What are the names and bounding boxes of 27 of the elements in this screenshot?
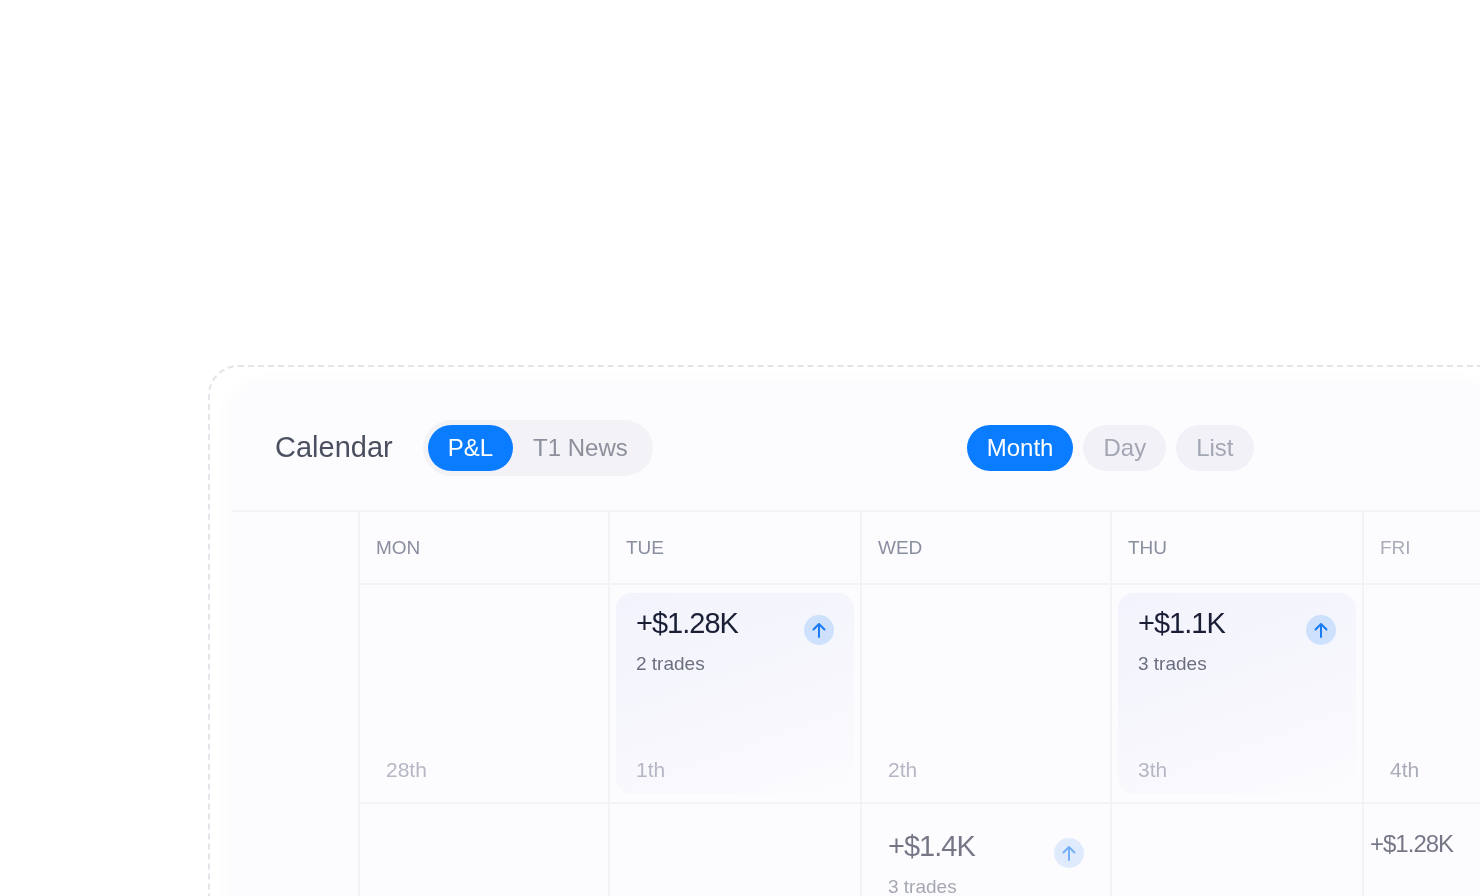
trade-count: 3 trades [1138,653,1208,675]
trade-count: 3 trades [888,876,958,896]
trade-count: 2 trades [636,653,706,675]
pnl-amount: +$1.4K [888,830,975,863]
event-card[interactable]: +$1.28K [1370,812,1480,896]
date-label: 4th [1389,758,1421,783]
calendar-title: Calendar [275,431,393,464]
date-label: 2th [887,758,919,783]
weekday-label: FRI [1380,536,1411,559]
view-button[interactable]: List [1176,424,1254,471]
pnl-amount: +$1.1K [1138,607,1225,640]
event-card[interactable]: +$1.1K 3 trades 3th [1118,593,1356,794]
tab[interactable]: T1 News [513,424,648,471]
view-button[interactable]: Day [1083,424,1167,471]
pnl-amount: +$1.28K [1370,830,1454,858]
tab[interactable]: P&L [427,424,514,471]
weekday-label: MON [376,536,421,559]
date-label: 1th [636,758,667,783]
pnl-amount: +$1.28K [636,607,738,640]
date-label: 28th [385,758,428,783]
event-card[interactable]: +$1.4K 3 trades [868,812,1104,896]
weekday-label: THU [1128,536,1168,559]
weekday-label: WED [878,536,923,559]
event-card[interactable]: +$1.28K 2 trades 1th [616,593,854,794]
date-label: 3th [1138,758,1169,783]
weekday-label: TUE [626,536,664,559]
view-button[interactable]: Month [966,424,1074,471]
